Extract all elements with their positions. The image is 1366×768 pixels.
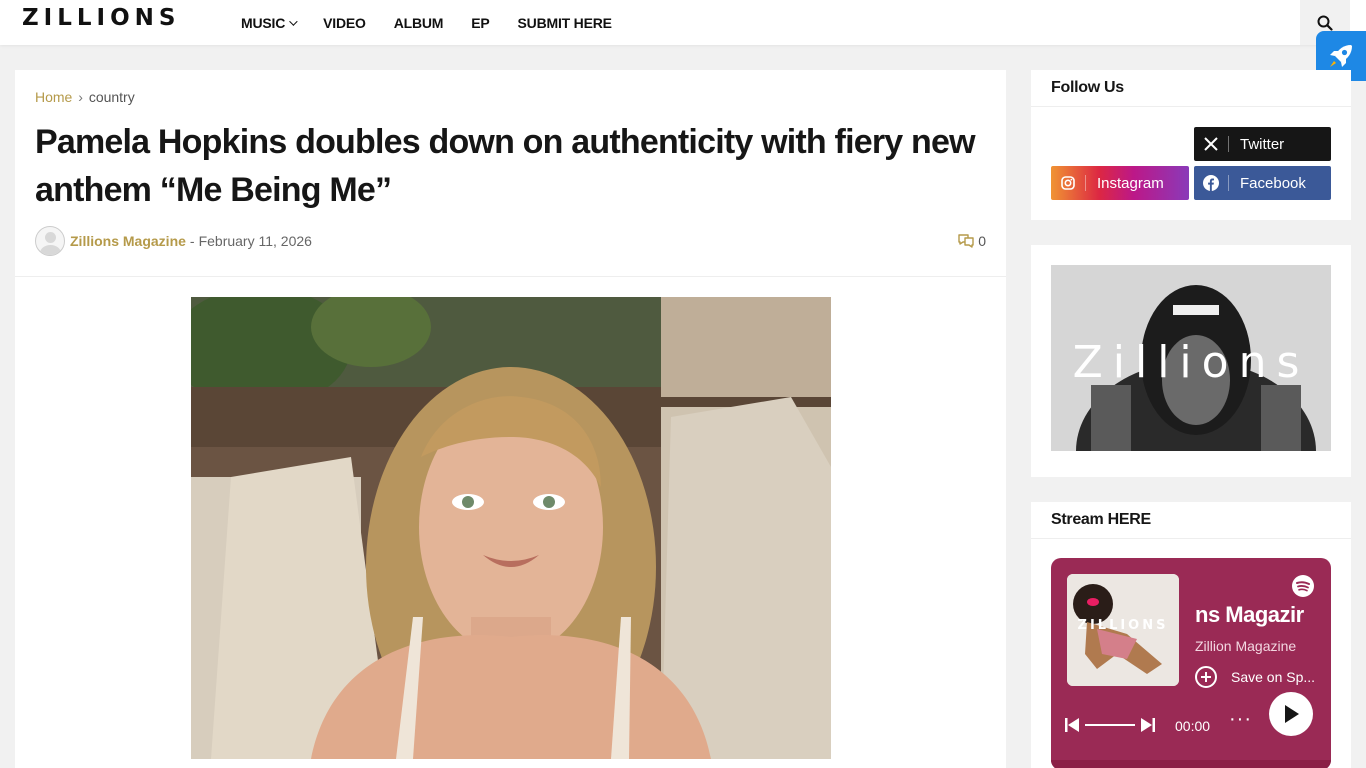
nav-ep[interactable]: EP — [471, 15, 489, 31]
x-icon — [1194, 127, 1228, 161]
rocket-icon — [1330, 45, 1352, 67]
plus-icon — [1195, 666, 1217, 688]
save-label: Save on Sp... — [1231, 669, 1316, 685]
breadcrumb: Home › country — [35, 89, 135, 105]
progress-bar[interactable] — [1085, 724, 1135, 726]
spotify-icon[interactable] — [1292, 575, 1314, 597]
embed-footer-strip — [1051, 760, 1331, 768]
stream-title: Stream HERE — [1051, 511, 1151, 528]
follow-us-title: Follow Us — [1051, 79, 1124, 96]
comments-link[interactable]: 0 — [957, 233, 986, 249]
comments-icon — [958, 234, 974, 248]
play-icon — [1285, 705, 1299, 723]
previous-icon[interactable] — [1065, 718, 1079, 732]
follow-us-widget: Follow Us Twitter Instagram Facebook — [1031, 70, 1351, 220]
spotify-embed: ZILLIONS ns Magazir Zillion Magazine Sav… — [1051, 558, 1331, 768]
next-icon[interactable] — [1141, 718, 1155, 732]
article-card: Home › country Pamela Hopkins doubles do… — [15, 70, 1006, 768]
button-separator — [1085, 175, 1086, 191]
playback-time: 00:00 — [1175, 718, 1211, 734]
search-icon — [1317, 15, 1333, 31]
meta-dash: - — [189, 233, 195, 249]
main-nav: MUSIC VIDEO ALBUM EP SUBMIT HERE — [241, 0, 640, 45]
publish-date: February 11, 2026 — [198, 233, 312, 249]
comment-count: 0 — [978, 233, 986, 249]
breadcrumb-separator: › — [78, 89, 83, 105]
instagram-icon — [1051, 166, 1085, 200]
banner-widget: Zillions — [1031, 245, 1351, 477]
button-separator — [1228, 175, 1229, 191]
nav-submit-here[interactable]: SUBMIT HERE — [518, 15, 612, 31]
breadcrumb-home[interactable]: Home — [35, 89, 72, 105]
album-text: ZILLIONS — [1077, 618, 1169, 633]
author-link[interactable]: Zillions Magazine — [70, 233, 186, 249]
facebook-icon — [1194, 166, 1228, 200]
more-options-button[interactable]: ··· — [1229, 708, 1252, 731]
article-meta: Zillions Magazine - February 11, 2026 0 — [35, 225, 986, 257]
save-on-spotify-button[interactable]: Save on Sp... — [1195, 666, 1315, 688]
instagram-label: Instagram — [1097, 174, 1164, 192]
twitter-button[interactable]: Twitter — [1194, 127, 1331, 161]
widget-divider — [1031, 106, 1351, 107]
stream-widget: Stream HERE ZILLIONS ns Magazir Zillion … — [1031, 502, 1351, 768]
site-header: ZILLIONS MUSIC VIDEO ALBUM EP SUBMIT HER… — [0, 0, 1366, 45]
nav-video[interactable]: VIDEO — [323, 15, 366, 31]
featured-image — [191, 297, 831, 759]
banner-text: Zillions — [1072, 337, 1310, 388]
nav-album[interactable]: ALBUM — [394, 15, 444, 31]
author-avatar[interactable] — [35, 226, 65, 256]
button-separator — [1228, 136, 1229, 152]
widget-divider — [1031, 538, 1351, 539]
track-title[interactable]: ns Magazir — [1195, 602, 1315, 628]
meta-divider — [15, 276, 1006, 277]
facebook-label: Facebook — [1240, 174, 1306, 192]
twitter-label: Twitter — [1240, 135, 1285, 153]
site-logo[interactable]: ZILLIONS — [22, 5, 180, 31]
nav-music[interactable]: MUSIC — [241, 14, 298, 31]
breadcrumb-category[interactable]: country — [89, 89, 135, 105]
player-controls — [1065, 716, 1155, 734]
instagram-button[interactable]: Instagram — [1051, 166, 1189, 200]
track-artist[interactable]: Zillion Magazine — [1195, 638, 1296, 654]
facebook-button[interactable]: Facebook — [1194, 166, 1331, 200]
nav-music-label: MUSIC — [241, 14, 286, 31]
album-cover[interactable]: ZILLIONS — [1067, 574, 1179, 686]
zillions-banner[interactable]: Zillions — [1051, 265, 1331, 451]
play-button[interactable] — [1269, 692, 1313, 736]
chevron-down-icon — [289, 16, 298, 26]
article-title: Pamela Hopkins doubles down on authentic… — [35, 123, 976, 209]
